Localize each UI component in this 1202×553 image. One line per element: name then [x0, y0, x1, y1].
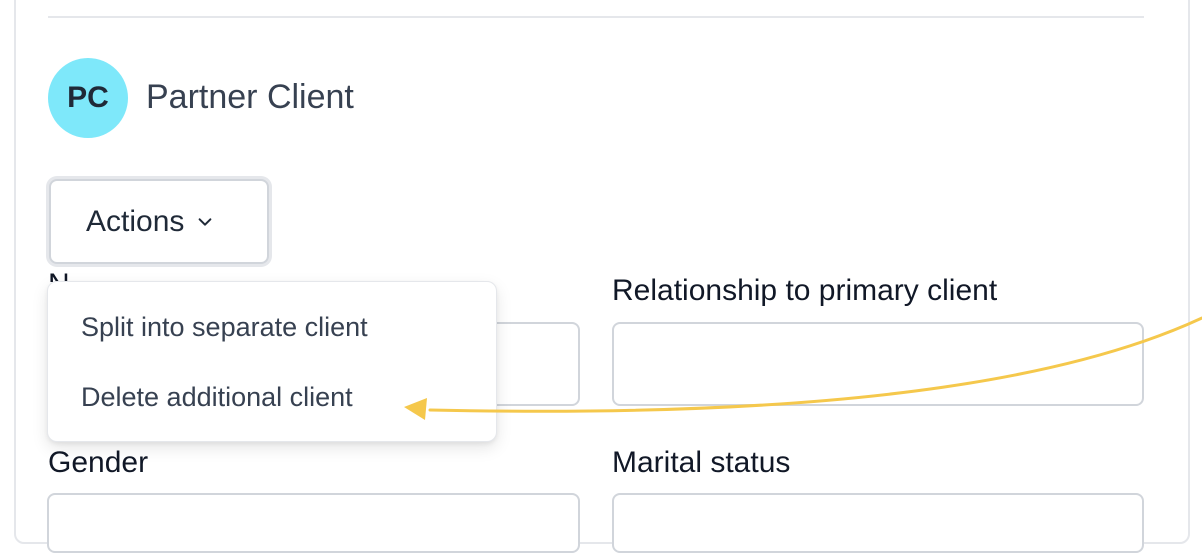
client-name: Partner Client	[146, 78, 354, 116]
relationship-field[interactable]	[612, 322, 1144, 406]
actions-button-label: Actions	[86, 204, 185, 238]
menu-item-split-client[interactable]: Split into separate client	[48, 294, 496, 364]
name-label: N	[48, 268, 70, 282]
gender-label: Gender	[48, 446, 149, 479]
avatar-initials: PC	[67, 81, 109, 114]
marital-status-field[interactable]	[612, 493, 1144, 553]
section-divider	[48, 16, 1144, 18]
chevron-down-icon	[199, 217, 212, 226]
avatar: PC	[48, 58, 128, 138]
actions-dropdown-menu: Split into separate client Delete additi…	[47, 281, 497, 442]
marital-status-label: Marital status	[612, 446, 791, 479]
menu-item-delete-client[interactable]: Delete additional client	[48, 364, 496, 434]
relationship-label: Relationship to primary client	[612, 274, 998, 307]
gender-field[interactable]	[47, 493, 580, 553]
actions-button[interactable]: Actions	[49, 179, 269, 264]
